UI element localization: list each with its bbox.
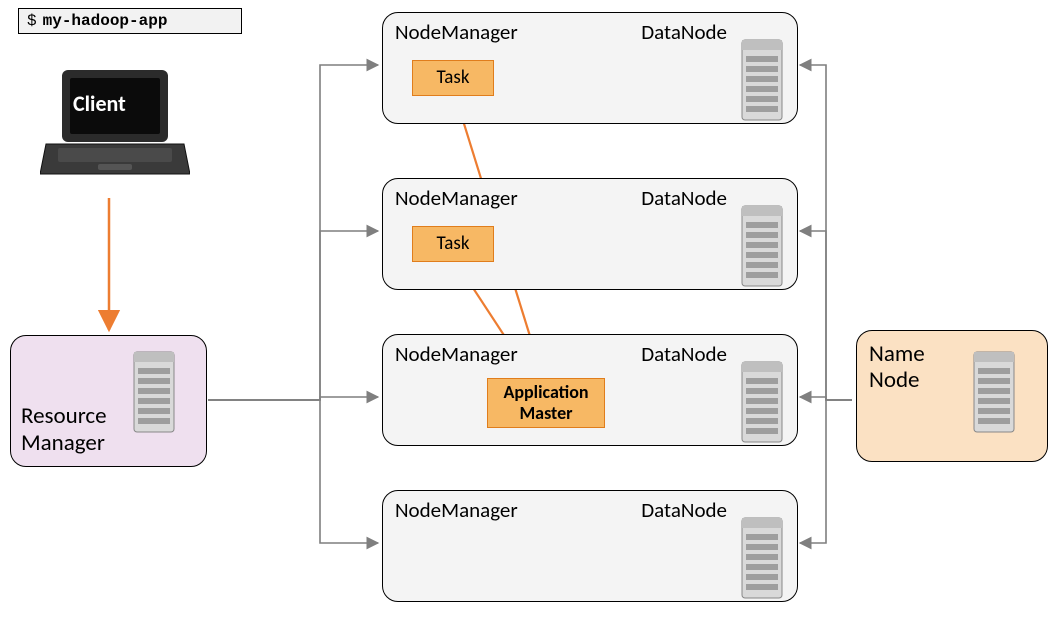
nm-label-3: NodeManager (395, 341, 518, 367)
nn-label-line1: Name (869, 340, 925, 368)
name-node-box: Name Node (856, 330, 1048, 462)
resource-manager-label: Resource Manager (21, 403, 107, 456)
server-icon-dn-4 (738, 516, 786, 602)
node-manager-box-4: NodeManager DataNode (382, 490, 798, 602)
dn-label-2: DataNode (641, 185, 727, 211)
nm-label-2: NodeManager (395, 185, 518, 211)
diagram-stage: $ my-hadoop-app Client Resource Manager N… (0, 0, 1059, 620)
dn-label-3: DataNode (641, 341, 727, 367)
command-prompt: $ (27, 12, 37, 30)
nm-label-1: NodeManager (395, 19, 518, 45)
dn-label-1: DataNode (641, 19, 727, 45)
application-master-box: Application Master (487, 378, 605, 428)
application-master-label: Application Master (488, 382, 604, 423)
server-icon-dn-2 (738, 204, 786, 290)
task-box-2: Task (412, 226, 494, 262)
client-label: Client (73, 90, 126, 117)
server-icon-nn (970, 350, 1018, 436)
server-icon-dn-3 (738, 360, 786, 446)
dn-label-4: DataNode (641, 497, 727, 523)
nn-label-line2: Node (869, 366, 920, 394)
server-icon-dn-1 (738, 38, 786, 124)
name-node-label: Name Node (869, 341, 925, 394)
task-box-1: Task (412, 60, 494, 96)
arrows-rm-to-nm (208, 65, 378, 543)
command-box: $ my-hadoop-app (18, 8, 242, 34)
laptop-icon (40, 66, 190, 186)
server-icon-rm (130, 350, 178, 436)
rm-label-line1: Resource (21, 402, 107, 430)
rm-label-line2: Manager (21, 429, 105, 457)
arrows-nn-to-dn (800, 65, 852, 543)
command-text: my-hadoop-app (43, 12, 168, 30)
nm-label-4: NodeManager (395, 497, 518, 523)
